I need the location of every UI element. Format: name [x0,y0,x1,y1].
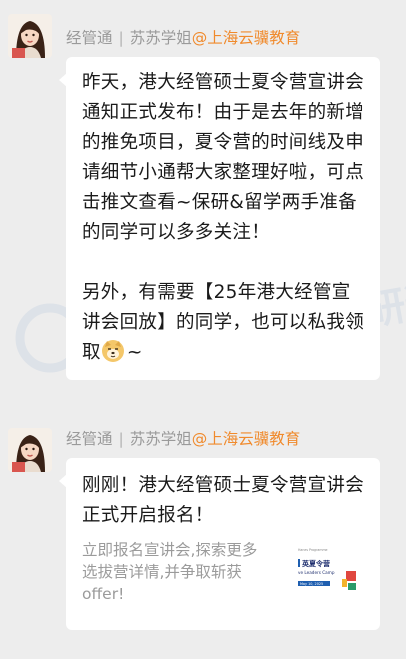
sender-nickname: 苏苏学姐 [129,29,192,47]
doge-emoji-icon [101,340,124,362]
sender-line: 经管通 | 苏苏学姐@上海云骥教育 [66,28,300,48]
sender-name: 经管通 [66,430,113,448]
sender-line: 经管通 | 苏苏学姐@上海云骥教育 [66,429,300,449]
link-card[interactable]: 刚刚！港大经管硕士夏令营宣讲会正式开启报名！ 立即报名宣讲会,探索更多选拔营详情… [59,458,380,630]
sender-name: 经管通 [66,29,113,47]
card-title: 刚刚！港大经管硕士夏令营宣讲会正式开启报名！ [82,475,365,526]
message-tail: ~ [126,342,143,363]
sender-nickname: 苏苏学姐 [129,430,192,448]
sender-avatar[interactable] [8,14,52,58]
thumbnail-small-top: Hanes Programme [298,548,328,552]
sender-separator: | [118,29,124,47]
message-paragraph-1: 昨天，港大经管硕士夏令营宣讲会通知正式发布！由于是去年的新增的推免项目，夏令营的… [82,72,365,243]
thumbnail-date: May 10, 2025 [300,582,323,586]
sender-org: @上海云骥教育 [191,430,301,448]
thumbnail-caption: ve Leaders Camp [298,570,335,575]
thumbnail-badge: 英夏令营 [301,559,330,568]
card-thumbnail: Hanes Programme 英夏令营 ve Leaders Camp May… [292,543,362,597]
sender-org: @上海云骥教育 [191,29,301,47]
sender-avatar[interactable] [8,428,52,472]
sender-separator: | [118,430,124,448]
message-bubble[interactable]: 昨天，港大经管硕士夏令营宣讲会通知正式发布！由于是去年的新增的推免项目，夏令营的… [59,57,380,380]
card-description: 立即报名宣讲会,探索更多选拔营详情,并争取斩获offer! [82,541,258,603]
message-paragraph-2: 另外，有需要【25年港大经管宣讲会回放】的同学，也可以私我领取 ~ [82,278,367,368]
